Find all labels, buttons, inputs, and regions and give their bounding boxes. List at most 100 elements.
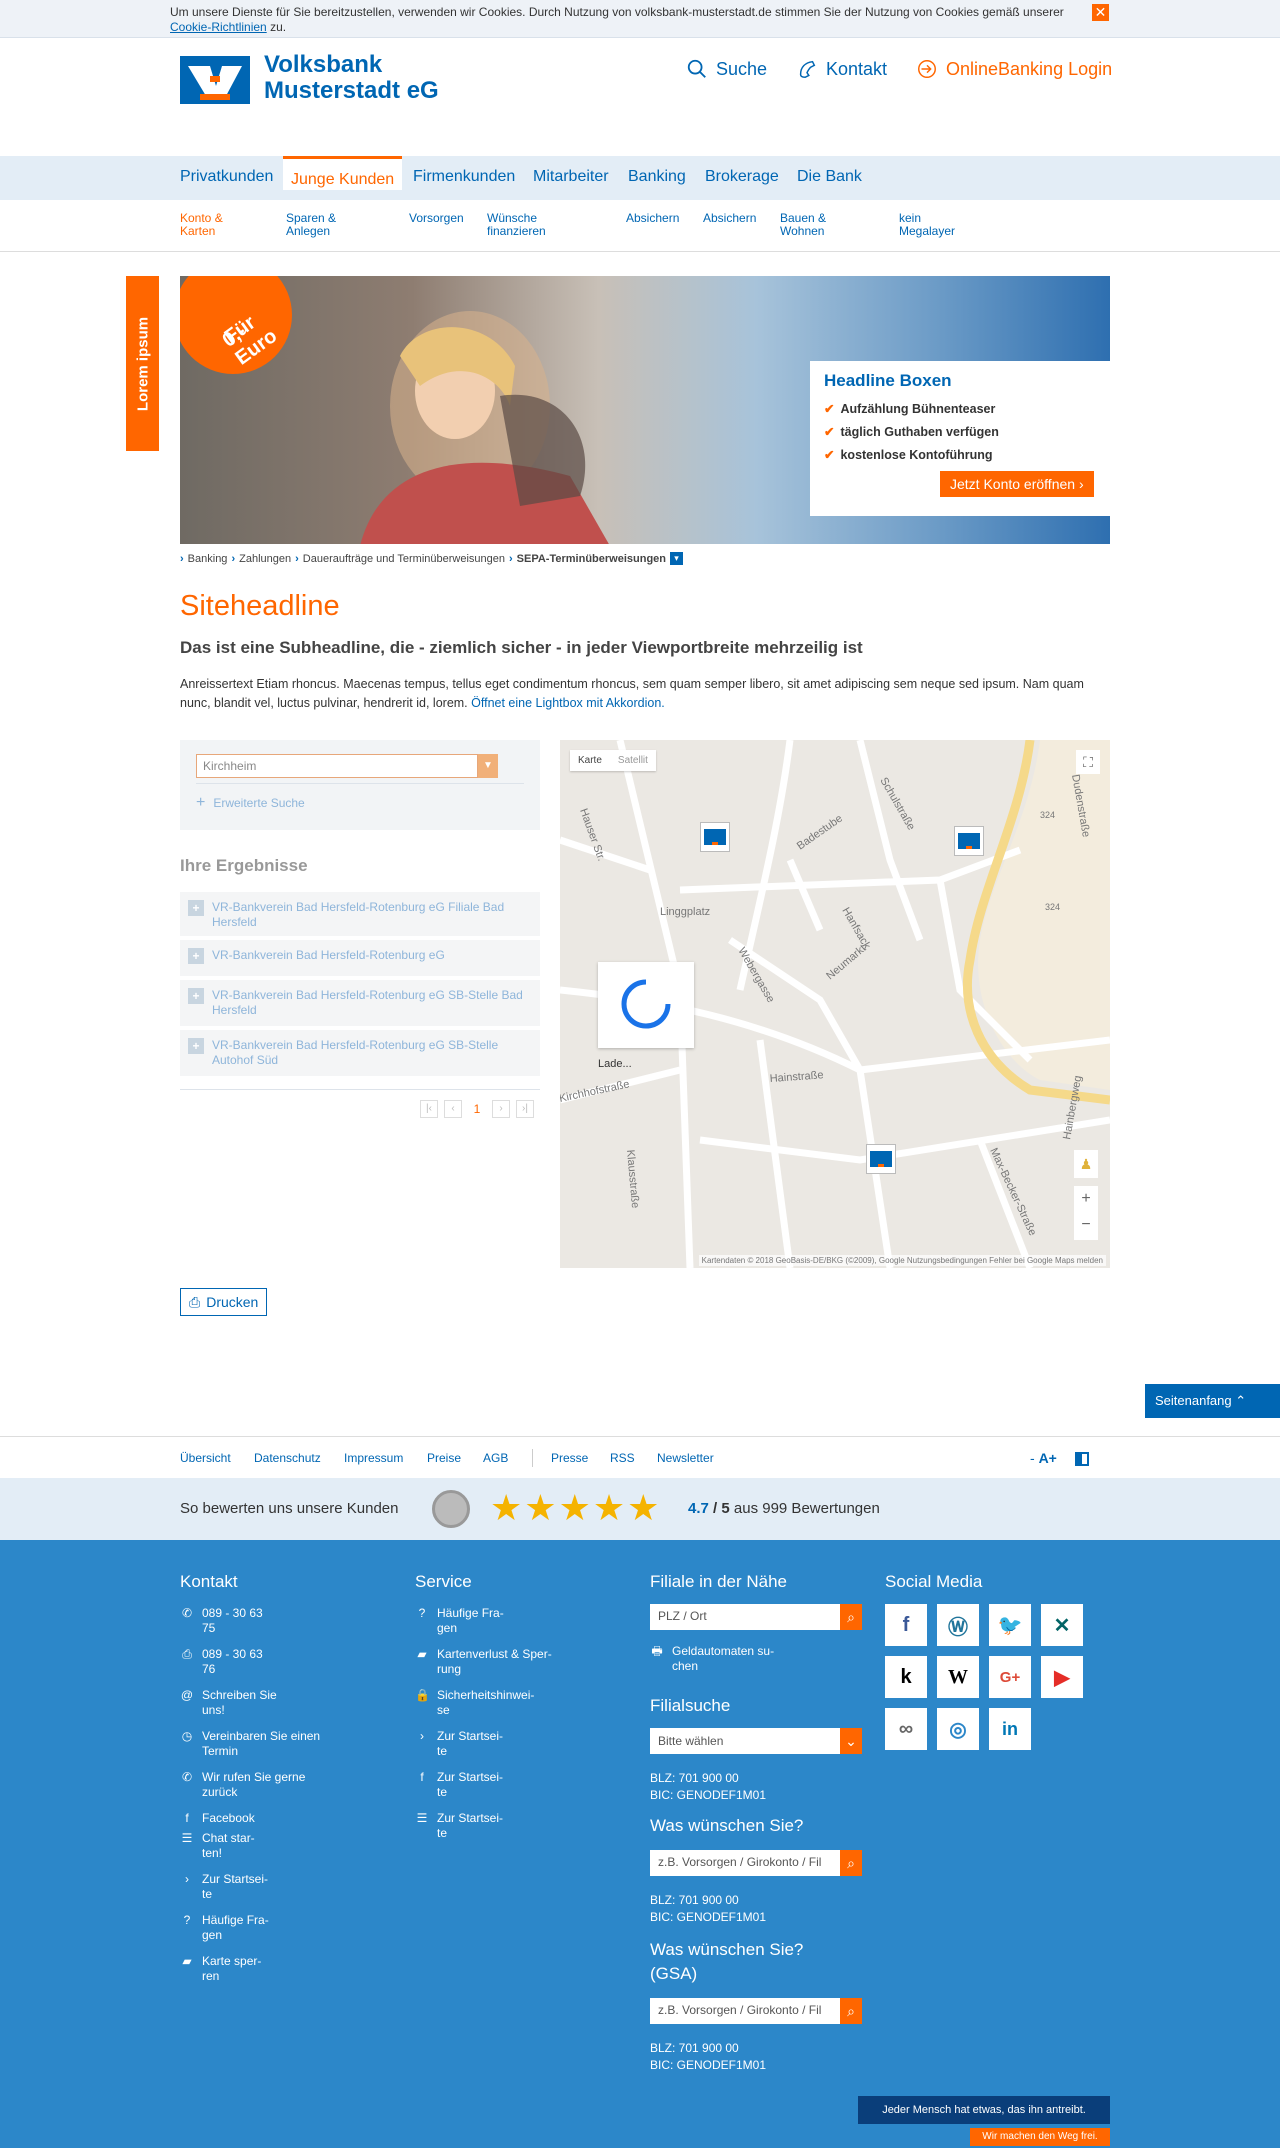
footer-link-item[interactable]: ▰ Kartenverlust & Sper-rung [415,1647,551,1677]
logo-icon[interactable] [180,56,250,104]
footer-link-item[interactable]: f Facebook [180,1811,254,1826]
nav-banking[interactable]: Banking [620,166,694,200]
footer-link-item[interactable]: › Zur Startsei-te [180,1872,268,1902]
print-button[interactable]: ⎙ Drucken [180,1288,268,1316]
fullscreen-icon[interactable]: ⛶ [1076,750,1100,774]
lightbox-link[interactable]: Öffnet eine Lightbox mit Akkordion. [471,696,665,710]
prev-page-icon[interactable]: ‹ [444,1100,462,1118]
cookie-close-button[interactable]: ✕ [1092,4,1109,21]
infinity-icon[interactable]: ∞ [885,1708,927,1750]
subnav-vorsorgen[interactable]: Vorsorgen [409,212,464,225]
footer-link-item[interactable]: ☰ Zur Startsei-te [415,1811,503,1841]
footer-link-presse[interactable]: Presse [551,1451,588,1465]
wordpress-icon[interactable]: Ⓦ [937,1604,979,1646]
facebook-icon[interactable]: f [885,1604,927,1646]
nav-brokerage[interactable]: Brokerage [697,166,787,200]
footer-link-datenschutz[interactable]: Datenschutz [254,1451,321,1465]
wish-input[interactable]: z.B. Vorsorgen / Girokonto / Fil [650,1850,840,1876]
footer-link-item[interactable]: › Zur Startsei-te [415,1729,503,1759]
street-view-pegman-icon[interactable]: ♟ [1074,1150,1098,1178]
breadcrumb-item[interactable]: Banking [188,553,228,565]
footer-link-impressum[interactable]: Impressum [344,1451,403,1465]
zoom-in-icon[interactable]: + [1074,1186,1098,1212]
result-item[interactable]: + VR-Bankverein Bad Hersfeld-Rotenburg eG… [180,892,540,936]
subnav-kein-megalayer[interactable]: kein Megalayer [899,212,955,238]
footer-link-item[interactable]: ☰ Chat star-ten! [180,1831,255,1861]
onlinebanking-login-link[interactable]: OnlineBanking Login [916,58,1112,80]
footer-link-item[interactable]: ✆ 089 - 30 63 75 [180,1606,263,1636]
nav-junge-kunden[interactable]: Junge Kunden [283,156,403,190]
footer-link-preise[interactable]: Preise [427,1451,461,1465]
nav-die-bank[interactable]: Die Bank [789,166,870,200]
subnav-bauen-wohnen[interactable]: Bauen & Wohnen [780,212,826,238]
font-larger-button[interactable]: A+ [1039,1450,1057,1466]
twitter-icon[interactable]: 🐦 [989,1604,1031,1646]
result-item[interactable]: + VR-Bankverein Bad Hersfeld-Rotenburg eG… [180,980,540,1026]
breadcrumb-dropdown-icon[interactable]: ▾ [670,552,684,565]
location-select[interactable]: Kirchheim [196,754,478,778]
contrast-icon[interactable] [1074,1452,1089,1467]
font-smaller-button[interactable]: - [1030,1450,1035,1466]
footer-link-item[interactable]: ◷ Vereinbaren Sie einen Termin [180,1729,320,1759]
cookie-policy-link[interactable]: Cookie-Richtlinien [170,20,267,34]
bank-marker-icon[interactable] [700,822,730,852]
wish-gsa-input[interactable]: z.B. Vorsorgen / Girokonto / Fil [650,1998,840,2024]
open-account-button[interactable]: Jetzt Konto eröffnen › [940,471,1094,497]
advanced-search-link[interactable]: + Erweiterte Suche [196,794,305,812]
search-icon[interactable]: ⌕ [840,1998,862,2024]
nav-firmenkunden[interactable]: Firmenkunden [405,166,523,200]
map-tab-karte[interactable]: Karte [570,750,610,771]
back-to-top-button[interactable]: Seitenanfang ⌃ [1145,1384,1280,1418]
subnav-absichern[interactable]: Absichern [626,212,679,225]
breadcrumb-item[interactable]: Zahlungen [239,553,291,565]
result-item[interactable]: + VR-Bankverein Bad Hersfeld-Rotenburg eG [180,940,540,976]
side-tab[interactable]: Lorem ipsum [126,276,159,451]
bank-marker-icon[interactable] [866,1144,896,1174]
footer-link-item[interactable]: @ Schreiben Sie uns! [180,1688,277,1718]
nav-privatkunden[interactable]: Privatkunden [172,166,281,200]
google-plus-icon[interactable]: G+ [989,1656,1031,1698]
claim-banner: Jeder Mensch hat etwas, das ihn antreibt… [858,2096,1110,2124]
xing-icon[interactable]: ✕ [1041,1604,1083,1646]
map[interactable]: Linggplatz Hainstraße Neumarkt Webergass… [560,740,1110,1268]
footer-link-item[interactable]: ⎙ 089 - 30 63 76 [180,1647,263,1677]
search-icon[interactable]: ⌕ [840,1850,862,1876]
footer-link-rss[interactable]: RSS [610,1451,635,1465]
nav-mitarbeiter[interactable]: Mitarbeiter [525,166,617,200]
last-page-icon[interactable]: ›| [516,1100,534,1118]
map-tab-satellit[interactable]: Satellit [610,750,656,771]
footer-link-agb[interactable]: AGB [483,1451,508,1465]
search-icon[interactable]: ⌕ [840,1604,862,1630]
first-page-icon[interactable]: |‹ [420,1100,438,1118]
logo-text[interactable]: Volksbank Musterstadt eG [264,52,439,104]
footer-link-item[interactable]: 🔒 Sicherheitshinwei-se [415,1688,534,1718]
chevron-down-icon[interactable]: ▼ [478,754,498,778]
contact-link[interactable]: Kontakt [796,58,887,80]
instagram-icon[interactable]: ◎ [937,1708,979,1750]
footer-link-item[interactable]: ? Häufige Fra-gen [415,1606,504,1636]
footer-link-uebersicht[interactable]: Übersicht [180,1451,231,1465]
subnav-konto-karten[interactable]: Konto & Karten [180,212,223,238]
wikipedia-icon[interactable]: W [937,1656,979,1698]
next-page-icon[interactable]: › [492,1100,510,1118]
search-link[interactable]: Suche [686,58,767,80]
breadcrumb-item[interactable]: Daueraufträge und Terminüberweisungen [303,553,505,565]
zoom-out-icon[interactable]: − [1074,1212,1098,1238]
youtube-icon[interactable]: ▶ [1041,1656,1083,1698]
footer-link-item[interactable]: f Zur Startsei-te [415,1770,503,1800]
branch-select[interactable]: Bitte wählen [650,1728,840,1754]
footer-link-item[interactable]: ▰ Karte sper-ren [180,1954,261,1984]
chevron-down-icon[interactable]: ⌄ [840,1728,862,1754]
kununu-icon[interactable]: k [885,1656,927,1698]
subnav-absichern-2[interactable]: Absichern [703,212,756,225]
result-item[interactable]: + VR-Bankverein Bad Hersfeld-Rotenburg eG… [180,1030,540,1076]
subnav-sparen-anlegen[interactable]: Sparen & Anlegen [286,212,336,238]
footer-link-newsletter[interactable]: Newsletter [657,1451,714,1465]
subnav-wuensche-finanzieren[interactable]: Wünsche finanzieren [487,212,546,238]
footer-link-item[interactable]: ? Häufige Fra-gen [180,1913,269,1943]
plz-input[interactable]: PLZ / Ort [650,1604,840,1630]
bank-marker-icon[interactable] [954,826,984,856]
footer-link-item[interactable]: ✆ Wir rufen Sie gerne zurück [180,1770,305,1800]
atm-search-link[interactable]: 🖶 Geldautomaten su-chen [650,1644,774,1674]
linkedin-icon[interactable]: in [989,1708,1031,1750]
